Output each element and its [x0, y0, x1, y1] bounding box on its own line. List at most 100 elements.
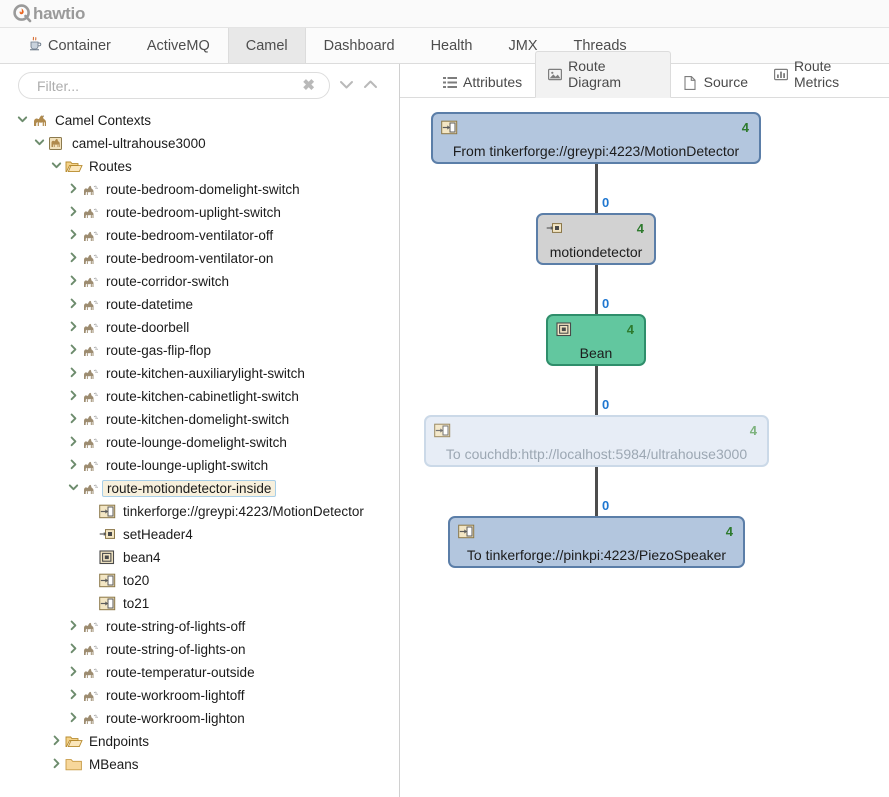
tree-item-route-lounge-uplight-switch[interactable]: route-lounge-uplight-switch	[0, 454, 399, 477]
chevron-right-icon[interactable]	[65, 459, 82, 473]
tree-item-mbeans[interactable]: MBeans	[0, 753, 399, 776]
tab-attributes[interactable]: Attributes	[430, 67, 535, 98]
chevron-right-icon[interactable]	[65, 275, 82, 289]
tree-item-bean4[interactable]: bean4	[0, 546, 399, 569]
tree-item-routes[interactable]: Routes	[0, 155, 399, 178]
filter-row: ✖	[0, 64, 399, 105]
tab-source[interactable]: Source	[671, 67, 761, 98]
close-icon[interactable]: ✖	[300, 78, 317, 93]
tree-item-route-kitchen-cabinetlight-switch[interactable]: route-kitchen-cabinetlight-switch	[0, 385, 399, 408]
chevron-right-icon[interactable]	[65, 344, 82, 358]
route-node-tocouchdb[interactable]: 4 To couchdb:http://localhost:5984/ultrah…	[424, 415, 769, 467]
tree-item-label: route-kitchen-domelight-switch	[106, 411, 290, 427]
java-cup-icon	[28, 36, 42, 55]
file-icon	[684, 75, 698, 90]
route-connector-label: 0	[602, 397, 610, 412]
chevron-right-icon[interactable]	[65, 183, 82, 197]
chevron-right-icon[interactable]	[65, 436, 82, 450]
route-icon	[82, 274, 100, 290]
chevron-right-icon[interactable]	[65, 689, 82, 703]
chevron-up-icon[interactable]	[362, 77, 378, 94]
route-node-label: Bean	[579, 345, 613, 361]
route-icon	[82, 320, 100, 336]
route-connector	[595, 467, 598, 516]
route-icon	[82, 458, 100, 474]
tree-item-route-bedroom-domelight-switch[interactable]: route-bedroom-domelight-switch	[0, 178, 399, 201]
route-icon	[82, 228, 100, 244]
tree-item-route-motiondetector-inside[interactable]: route-motiondetector-inside	[0, 477, 399, 500]
route-node-topiezo[interactable]: 4 To tinkerforge://pinkpi:4223/PiezoSpeak…	[448, 516, 745, 568]
chevron-right-icon[interactable]	[48, 758, 65, 772]
chevron-right-icon[interactable]	[65, 390, 82, 404]
tree-item-route-datetime[interactable]: route-datetime	[0, 293, 399, 316]
tree-item-label: route-kitchen-auxiliarylight-switch	[106, 365, 305, 381]
tree-item-label: bean4	[123, 549, 161, 565]
tree-item-to21[interactable]: to21	[0, 592, 399, 615]
tree-item-route-string-of-lights-off[interactable]: route-string-of-lights-off	[0, 615, 399, 638]
chevron-right-icon[interactable]	[65, 321, 82, 335]
tree-item-route-kitchen-domelight-switch[interactable]: route-kitchen-domelight-switch	[0, 408, 399, 431]
chevron-down-icon[interactable]	[65, 482, 82, 496]
route-connector-label: 0	[602, 498, 610, 513]
tree-item-route-kitchen-auxiliarylight-switch[interactable]: route-kitchen-auxiliarylight-switch	[0, 362, 399, 385]
tree-item-setheader4[interactable]: setHeader4	[0, 523, 399, 546]
tree-item-camel-ultrahouse3000[interactable]: camel-ultrahouse3000	[0, 132, 399, 155]
tree-item-route-doorbell[interactable]: route-doorbell	[0, 316, 399, 339]
route-node-bean[interactable]: 4 Bean	[546, 314, 646, 366]
tree-item-route-bedroom-ventilator-off[interactable]: route-bedroom-ventilator-off	[0, 224, 399, 247]
route-connector	[595, 164, 598, 213]
chevron-down-icon[interactable]	[14, 114, 31, 128]
chevron-right-icon[interactable]	[48, 735, 65, 749]
chevron-down-icon[interactable]	[338, 77, 354, 94]
chevron-down-icon[interactable]	[31, 137, 48, 151]
nav-item-dashboard[interactable]: Dashboard	[306, 28, 413, 63]
nav-item-activemq[interactable]: ActiveMQ	[129, 28, 228, 63]
tab-route-metrics[interactable]: Route Metrics	[761, 51, 889, 98]
route-node-setheader[interactable]: 4 motiondetector	[536, 213, 656, 265]
nav-item-health[interactable]: Health	[413, 28, 491, 63]
route-icon	[82, 412, 100, 428]
search-input[interactable]	[35, 76, 301, 95]
chevron-down-icon[interactable]	[48, 160, 65, 174]
route-node-count: 4	[741, 120, 749, 135]
tree-item-route-temperatur-outside[interactable]: route-temperatur-outside	[0, 661, 399, 684]
tree-item-route-workroom-lighton[interactable]: route-workroom-lighton	[0, 707, 399, 730]
nav-label: Health	[430, 37, 473, 54]
sidebar: ✖ Camel Contexts camel-ultrahouse3000 Rout…	[0, 64, 400, 797]
chevron-right-icon[interactable]	[65, 413, 82, 427]
chevron-right-icon[interactable]	[65, 643, 82, 657]
tree-item-route-corridor-switch[interactable]: route-corridor-switch	[0, 270, 399, 293]
route-diagram[interactable]: 0 0 0 0 4 From tinkerforge://greypi:4223/Moti…	[400, 98, 889, 796]
tree-item-endpoints[interactable]: Endpoints	[0, 730, 399, 753]
chevron-right-icon[interactable]	[65, 712, 82, 726]
tree-item-label: route-temperatur-outside	[106, 664, 255, 680]
tree-item-route-lounge-domelight-switch[interactable]: route-lounge-domelight-switch	[0, 431, 399, 454]
tree-item-route-bedroom-uplight-switch[interactable]: route-bedroom-uplight-switch	[0, 201, 399, 224]
chevron-right-icon[interactable]	[65, 367, 82, 381]
chevron-right-icon[interactable]	[65, 298, 82, 312]
tree-item-to20[interactable]: to20	[0, 569, 399, 592]
route-node-from[interactable]: 4 From tinkerforge://greypi:4223/MotionDe…	[431, 112, 761, 164]
endpoint-icon	[458, 524, 477, 543]
nav-item-container[interactable]: Container	[10, 28, 129, 63]
chevron-right-icon[interactable]	[65, 620, 82, 634]
endpoint-icon	[99, 573, 117, 589]
hawtio-logo[interactable]: hawtio	[13, 4, 85, 23]
chevron-right-icon[interactable]	[65, 666, 82, 680]
tree-item-camel-contexts[interactable]: Camel Contexts	[0, 109, 399, 132]
tab-route-diagram[interactable]: Route Diagram	[535, 51, 671, 98]
chevron-right-icon[interactable]	[65, 206, 82, 220]
tree-item-route-workroom-lightoff[interactable]: route-workroom-lightoff	[0, 684, 399, 707]
filter-box[interactable]: ✖	[18, 72, 330, 99]
tree-item-tinkerforge-greypi-4223-motiondetector[interactable]: tinkerforge://greypi:4223/MotionDetector	[0, 500, 399, 523]
chevron-right-icon[interactable]	[65, 229, 82, 243]
tree-item-label: Camel Contexts	[55, 112, 152, 128]
tree-item-label: route-bedroom-uplight-switch	[106, 204, 281, 220]
tree-item-route-string-of-lights-on[interactable]: route-string-of-lights-on	[0, 638, 399, 661]
nav-item-camel[interactable]: Camel	[227, 28, 306, 63]
tree-item-route-gas-flip-flop[interactable]: route-gas-flip-flop	[0, 339, 399, 362]
nav-label: Dashboard	[323, 37, 395, 54]
tree-item-route-bedroom-ventilator-on[interactable]: route-bedroom-ventilator-on	[0, 247, 399, 270]
chevron-right-icon[interactable]	[65, 252, 82, 266]
route-node-label: From tinkerforge://greypi:4223/MotionDet…	[452, 143, 740, 159]
